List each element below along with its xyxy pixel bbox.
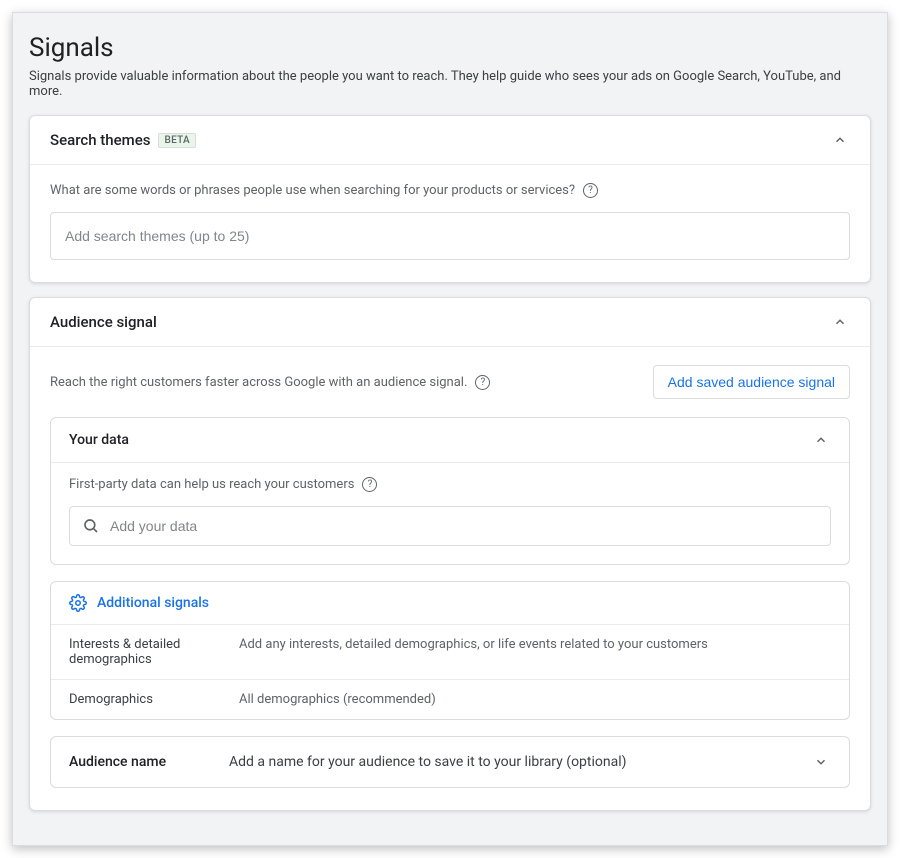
audience-name-row[interactable]: Audience name Add a name for your audien… bbox=[50, 736, 850, 788]
signal-row-label: Demographics bbox=[69, 692, 239, 707]
beta-badge: BETA bbox=[158, 133, 196, 148]
signal-row-value: All demographics (recommended) bbox=[239, 692, 436, 707]
additional-signals-card: Additional signals Interests & detailed … bbox=[50, 581, 850, 720]
page-title: Signals bbox=[29, 33, 871, 63]
chevron-down-icon[interactable] bbox=[811, 752, 831, 772]
your-data-card: Your data First-party data can help us r… bbox=[50, 417, 850, 565]
page-description: Signals provide valuable information abo… bbox=[29, 69, 871, 99]
your-data-title: Your data bbox=[69, 432, 129, 448]
additional-signals-title: Additional signals bbox=[97, 595, 209, 611]
chevron-up-icon[interactable] bbox=[811, 430, 831, 450]
audience-name-hint: Add a name for your audience to save it … bbox=[229, 754, 627, 770]
search-themes-card: Search themes BETA What are some words o… bbox=[29, 115, 871, 283]
your-data-search-wrap[interactable] bbox=[69, 506, 831, 546]
signal-row-label: Interests & detailed demographics bbox=[69, 637, 239, 667]
audience-signal-card: Audience signal Reach the right customer… bbox=[29, 297, 871, 811]
search-themes-header[interactable]: Search themes BETA bbox=[30, 116, 870, 165]
chevron-up-icon[interactable] bbox=[830, 130, 850, 150]
chevron-up-icon[interactable] bbox=[830, 312, 850, 332]
search-themes-input[interactable] bbox=[50, 212, 850, 260]
signal-row-interests[interactable]: Interests & detailed demographics Add an… bbox=[51, 625, 849, 680]
signals-panel: Signals Signals provide valuable informa… bbox=[12, 12, 888, 846]
your-data-header[interactable]: Your data bbox=[51, 418, 849, 463]
audience-signal-body: Reach the right customers faster across … bbox=[30, 347, 870, 810]
audience-name-label: Audience name bbox=[69, 754, 229, 770]
search-themes-body: What are some words or phrases people us… bbox=[30, 165, 870, 282]
your-data-body: First-party data can help us reach your … bbox=[51, 463, 849, 564]
help-icon[interactable]: ? bbox=[475, 375, 490, 390]
signal-row-demographics[interactable]: Demographics All demographics (recommend… bbox=[51, 680, 849, 719]
additional-signals-header[interactable]: Additional signals bbox=[51, 582, 849, 625]
signal-row-value: Add any interests, detailed demographics… bbox=[239, 637, 708, 667]
your-data-input[interactable] bbox=[110, 518, 818, 534]
your-data-prompt: First-party data can help us reach your … bbox=[69, 477, 354, 492]
audience-signal-header[interactable]: Audience signal bbox=[30, 298, 870, 347]
audience-signal-title: Audience signal bbox=[50, 313, 157, 331]
search-themes-title: Search themes bbox=[50, 131, 150, 149]
help-icon[interactable]: ? bbox=[362, 477, 377, 492]
search-icon bbox=[82, 517, 100, 535]
search-themes-prompt: What are some words or phrases people us… bbox=[50, 183, 575, 198]
add-saved-audience-button[interactable]: Add saved audience signal bbox=[653, 365, 850, 399]
gear-icon bbox=[69, 594, 87, 612]
audience-signal-prompt: Reach the right customers faster across … bbox=[50, 375, 467, 390]
help-icon[interactable]: ? bbox=[583, 183, 598, 198]
